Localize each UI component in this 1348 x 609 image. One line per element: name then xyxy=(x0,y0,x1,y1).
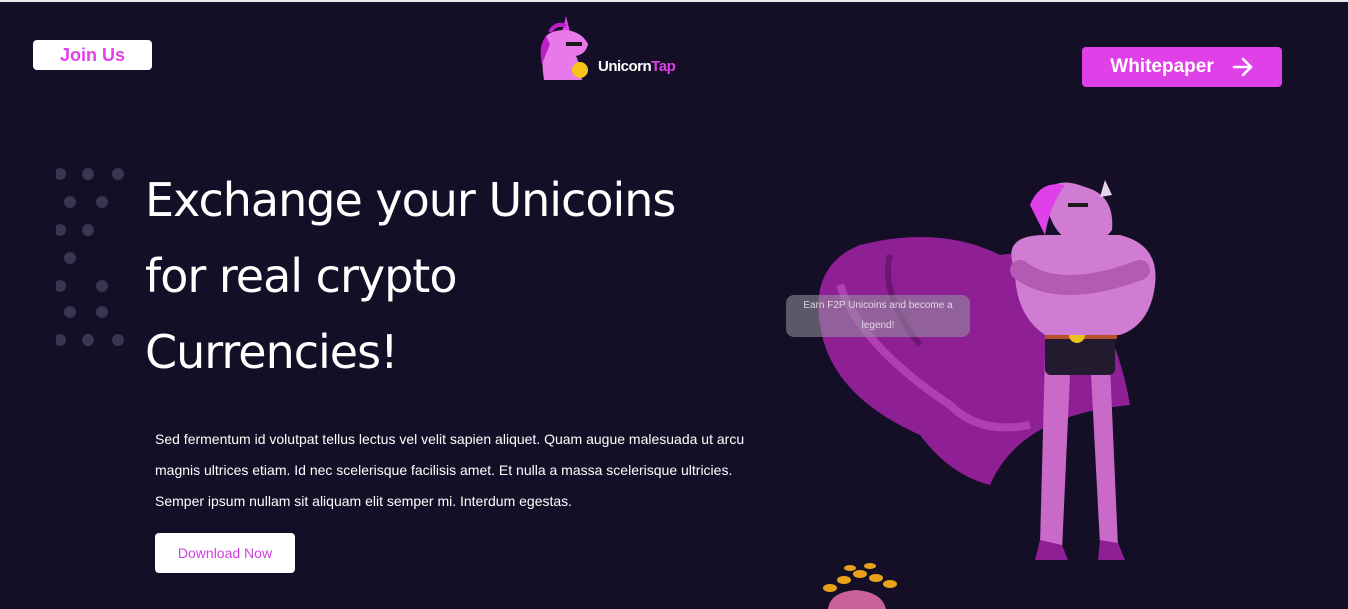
hero-description: Sed fermentum id volutpat tellus lectus … xyxy=(155,431,745,509)
whitepaper-label: Whitepaper xyxy=(1110,56,1214,77)
coins-pile-illustration xyxy=(823,563,897,609)
join-us-button[interactable]: Join Us xyxy=(33,40,152,70)
hero-tooltip: Earn F2P Unicoins and become a legend! xyxy=(786,295,970,337)
whitepaper-button[interactable]: Whitepaper xyxy=(1082,47,1282,87)
headline-line-2: for real crypto xyxy=(145,249,457,303)
arrow-right-icon xyxy=(1232,57,1253,77)
unicorn-hero-illustration xyxy=(818,180,1156,560)
unicorntap-logo[interactable]: UnicornTap xyxy=(536,14,686,84)
headline-line-1: Exchange your Unicoins xyxy=(145,173,676,227)
top-border xyxy=(0,0,1348,2)
unicorn-head-icon xyxy=(540,16,588,80)
download-now-button[interactable]: Download Now xyxy=(155,533,295,573)
headline-line-3: Currencies! xyxy=(145,325,399,379)
hero-headline: Exchange your Unicoins for real crypto C… xyxy=(145,162,765,390)
logo-wordmark: UnicornTap xyxy=(598,58,676,75)
decorative-dot-grid xyxy=(56,168,124,346)
